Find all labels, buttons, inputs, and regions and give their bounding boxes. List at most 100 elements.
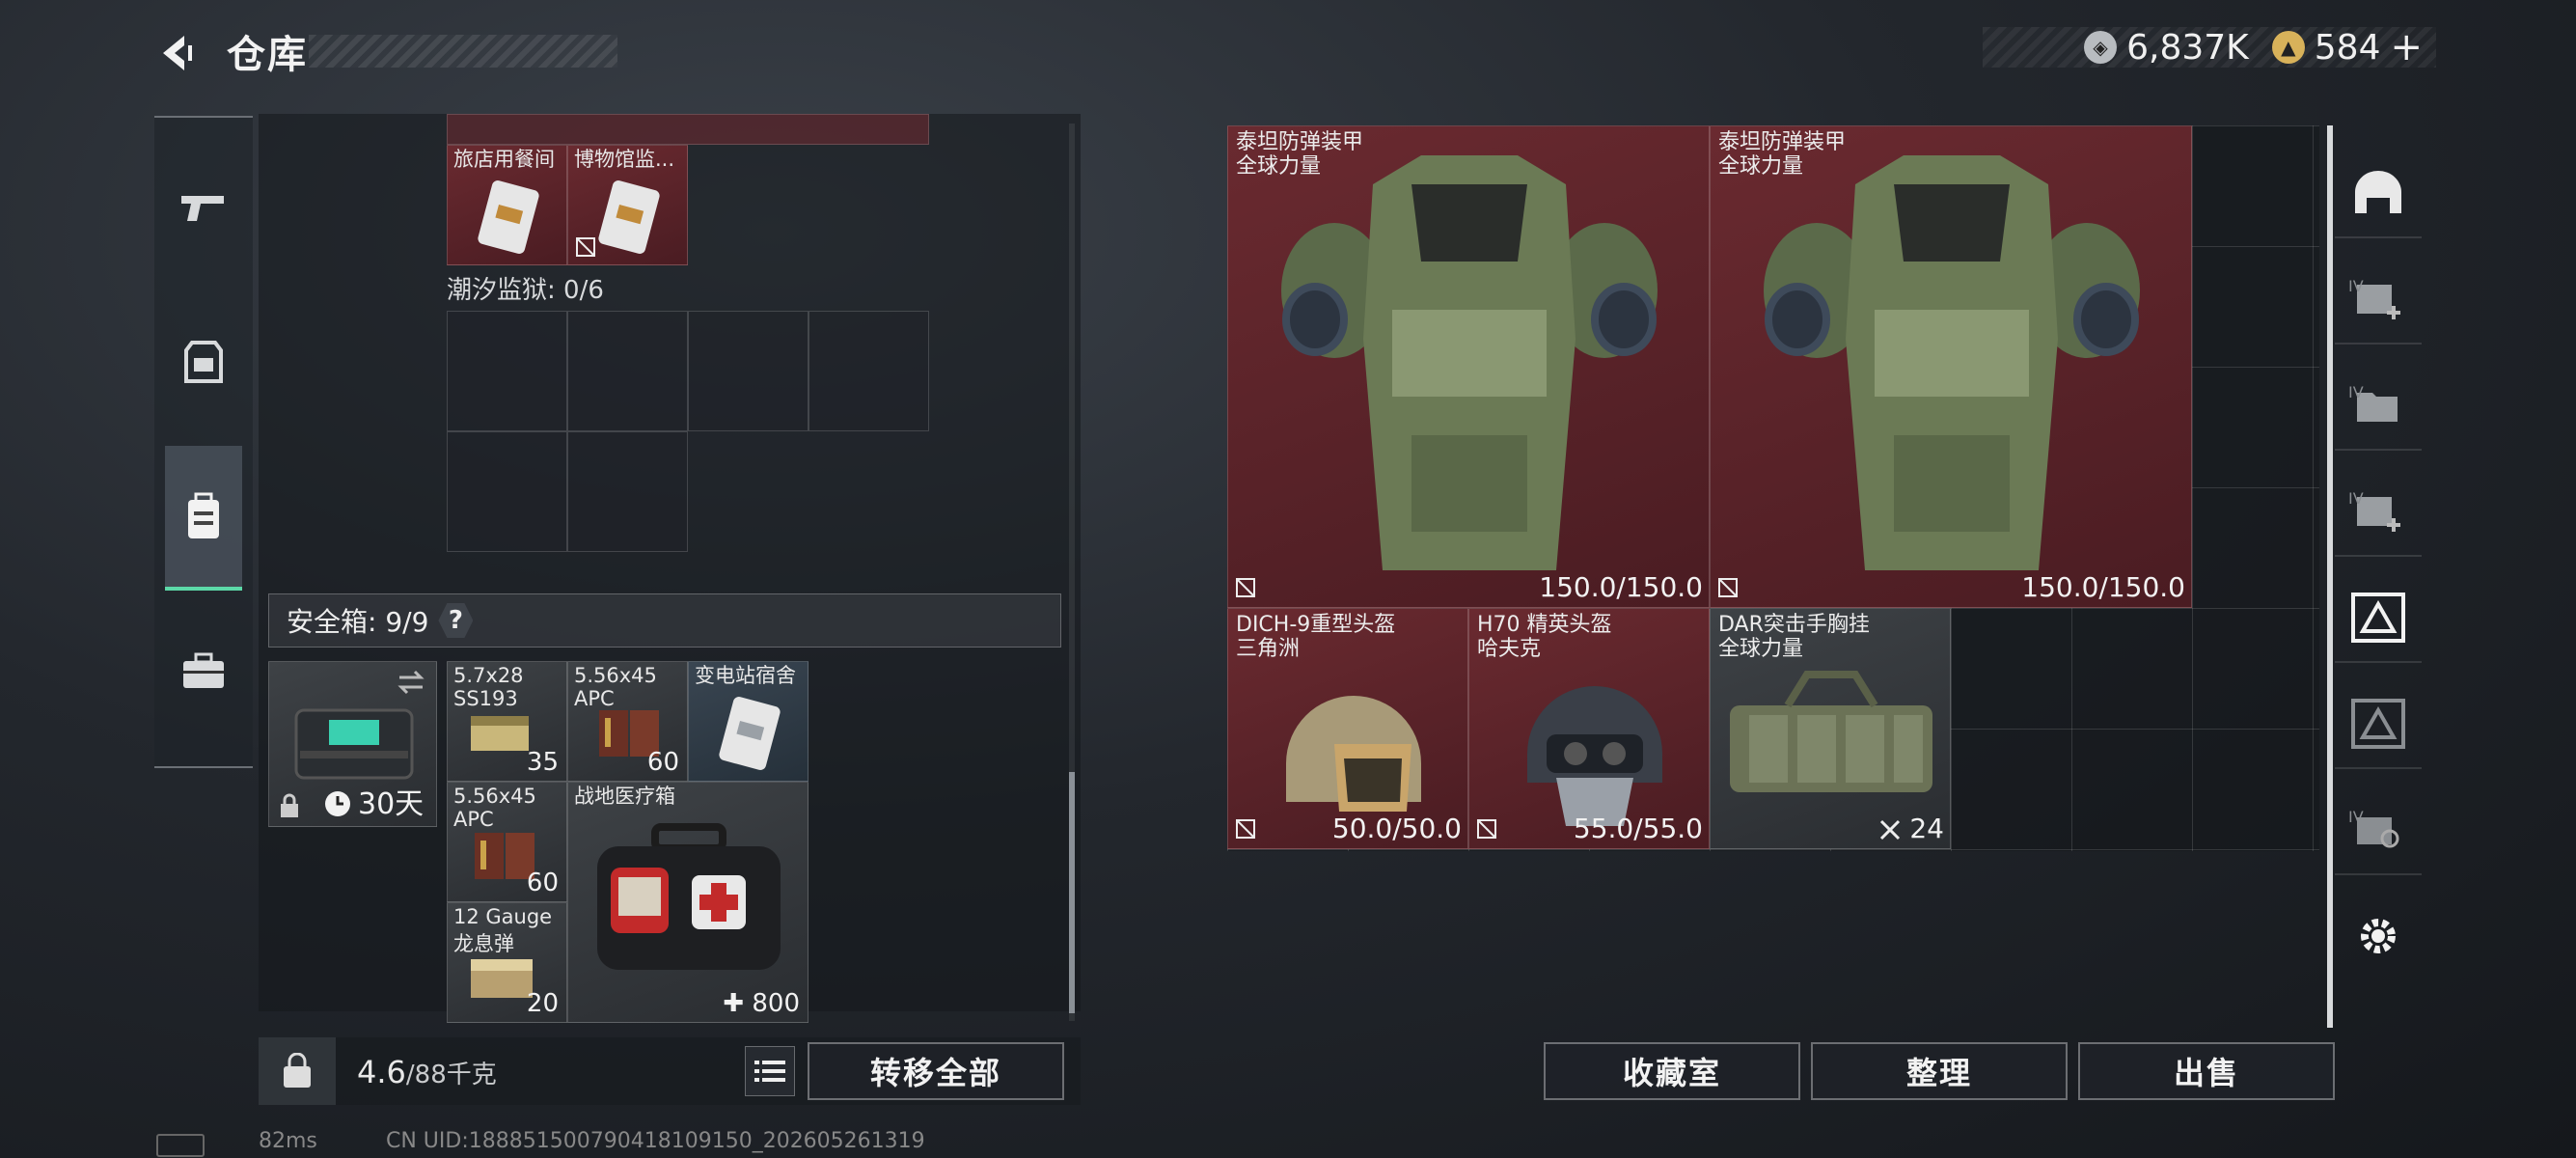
add-gold-button[interactable]: + (2390, 25, 2423, 69)
safe-box-item[interactable]: 30天 (268, 661, 437, 827)
currency-bar: ◈ 6,837K ▲ 584 + (1983, 25, 2436, 69)
durability: 55.0/55.0 (1573, 813, 1703, 844)
elite-helmet-icon (1527, 686, 1662, 826)
swap-icon[interactable] (396, 670, 426, 695)
silver-amount: 6,837K (2126, 27, 2249, 68)
item-name: 变电站宿舍 (695, 664, 796, 687)
triangle-filter-tab[interactable] (2335, 574, 2422, 663)
gold-currency[interactable]: ▲ 584 + (2271, 25, 2423, 69)
armor-item[interactable]: 泰坦防弹装甲 全球力量 150.0/150.0 (1710, 125, 2192, 608)
weight-lock-button[interactable] (259, 1037, 336, 1105)
item-name: 5.56x45 (453, 785, 536, 808)
armor-item[interactable]: 泰坦防弹装甲 全球力量 150.0/150.0 (1227, 125, 1710, 608)
organize-button[interactable]: 整理 (1811, 1042, 2068, 1100)
ammo-item[interactable]: 5.7x28 SS193 35 (447, 661, 567, 782)
triangle-filter-icon-2 (2351, 699, 2405, 749)
tier-label: IV (2348, 808, 2364, 826)
clock-icon (325, 791, 350, 816)
back-button[interactable] (152, 29, 201, 77)
backpack-tab[interactable] (165, 446, 242, 591)
medkit-item[interactable]: 战地医疗箱 ✚ 800 (567, 782, 808, 1023)
case-tab[interactable] (154, 598, 253, 743)
kg-lock-icon (284, 1053, 311, 1088)
safe-box-label: 安全箱: 9/9 (287, 606, 429, 638)
keycard-item[interactable]: 变电站宿舍 (688, 661, 808, 782)
armor-plus-tab-2[interactable]: IV (2335, 468, 2422, 557)
gear-tab[interactable] (154, 290, 253, 434)
battery-icon (156, 1134, 205, 1157)
gold-amount: 584 (2314, 27, 2381, 68)
item-name: H70 精英头盔 哈夫克 (1477, 613, 1612, 661)
grid-capacity-icon (1880, 819, 1901, 841)
filter-rail: IV IV IV IV (2335, 150, 2422, 1018)
no-insure-icon (1718, 578, 1738, 597)
prison-container-label: 潮汐监狱: 0/6 (447, 276, 604, 305)
keycard-item[interactable]: 博物馆监... (567, 145, 688, 265)
ping-display: 82ms (259, 1129, 317, 1153)
search-tab[interactable]: IV (2335, 786, 2422, 875)
empty-slot[interactable] (688, 311, 808, 431)
partial-item-row (447, 114, 929, 145)
item-name: DICH-9重型头盔 三角洲 (1236, 613, 1396, 661)
item-count: 35 (526, 748, 559, 777)
medkit-points: 800 (752, 989, 800, 1018)
sell-button[interactable]: 出售 (2078, 1042, 2335, 1100)
list-icon (754, 1061, 785, 1082)
armor-plus-tab[interactable]: IV (2335, 256, 2422, 345)
helmet-filter-tab[interactable] (2335, 150, 2422, 238)
item-name: 5.56x45 (574, 664, 657, 687)
item-name: 5.7x28 (453, 664, 524, 687)
settings-button[interactable] (2335, 893, 2422, 979)
empty-slot[interactable] (567, 431, 688, 552)
left-scrollbar-thumb[interactable] (1069, 772, 1075, 1013)
collection-room-button[interactable]: 收藏室 (1544, 1042, 1800, 1100)
silver-currency[interactable]: ◈ 6,837K (2084, 28, 2249, 68)
uid-display: CN UID:188851500790418109150_20260526131… (386, 1129, 925, 1153)
durability: 150.0/150.0 (2021, 571, 2185, 603)
silver-coin-icon: ◈ (2084, 31, 2118, 64)
weight-current: 4.6 (357, 1054, 406, 1090)
body-armor-icon (1764, 155, 2140, 570)
chest-rig-icon (1730, 671, 1932, 792)
no-insure-icon (1236, 819, 1255, 839)
body-armor-icon (1281, 155, 1658, 570)
vest-icon (184, 341, 223, 383)
right-scrollbar[interactable] (2327, 125, 2333, 1028)
folder-tab[interactable]: IV (2335, 362, 2422, 451)
empty-slot[interactable] (447, 431, 567, 552)
no-insure-icon (1236, 578, 1255, 597)
ammo-item[interactable]: 12 Gauge 龙息弹 20 (447, 902, 567, 1023)
keycard-icon (719, 697, 781, 770)
item-durability: ✚ 800 (723, 989, 800, 1018)
ammo-item[interactable]: 5.56x45 APC 60 (567, 661, 688, 782)
triangle-filter-icon (2351, 593, 2405, 643)
transfer-all-button[interactable]: 转移全部 (808, 1042, 1064, 1100)
helmet-item[interactable]: DICH-9重型头盔 三角洲 50.0/50.0 (1227, 608, 1468, 849)
gold-coin-icon: ▲ (2271, 31, 2305, 64)
tier-label: IV (2348, 383, 2364, 401)
chest-rig-item[interactable]: DAR突击手胸挂 全球力量 24 (1710, 608, 1951, 849)
empty-slot[interactable] (447, 311, 567, 431)
pistol-icon (181, 196, 224, 221)
header-stripe (309, 35, 617, 68)
empty-slot[interactable] (808, 311, 929, 431)
item-name: DAR突击手胸挂 全球力量 (1718, 613, 1870, 661)
gear-icon (2361, 919, 2396, 953)
no-insure-icon (1477, 819, 1496, 839)
backpack-icon (188, 492, 219, 538)
empty-slot[interactable] (567, 311, 688, 431)
ammo-item[interactable]: 5.56x45 APC 60 (447, 782, 567, 902)
item-subname: SS193 (453, 687, 518, 710)
item-name: 博物馆监... (574, 148, 675, 171)
back-arrow-icon (163, 36, 192, 70)
weapons-tab[interactable] (154, 135, 253, 280)
triangle-filter-tab-2[interactable] (2335, 680, 2422, 769)
helmet-item[interactable]: H70 精英头盔 哈夫克 55.0/55.0 (1468, 608, 1710, 849)
capacity-value: 24 (1909, 813, 1944, 844)
help-button[interactable]: ? (438, 603, 474, 638)
keycard-item[interactable]: 旅店用餐间 (447, 145, 567, 265)
item-count: 60 (526, 868, 559, 897)
helmet-filter-icon (2355, 171, 2401, 213)
item-count: 60 (646, 748, 679, 777)
list-view-button[interactable] (745, 1046, 795, 1096)
